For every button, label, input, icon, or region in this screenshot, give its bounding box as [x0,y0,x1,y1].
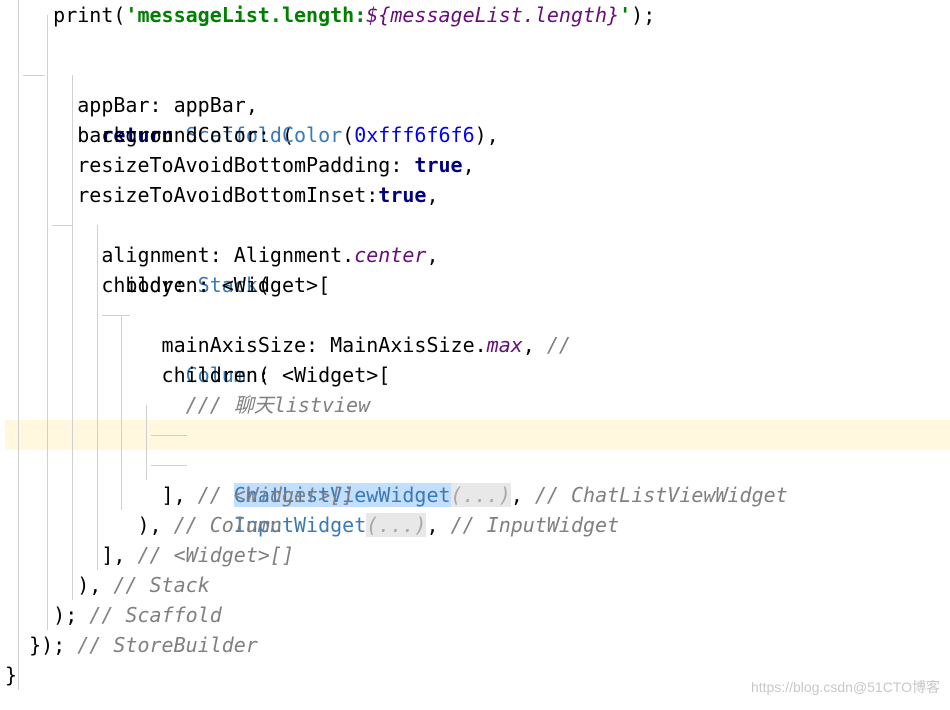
code-line: children: <Widget>[ [5,270,950,300]
watermark-text: https://blog.csdn@51CTO博客 [751,672,940,702]
code-line: children: <Widget>[ [5,360,950,390]
code-line: mainAxisSize: MainAxisSize.max, // [5,330,950,360]
code-line: ); // Scaffold [5,600,950,630]
tree-connector [52,225,72,226]
code-line: appBar: appBar, [5,90,950,120]
code-line: Column( [5,300,950,330]
tree-connector [23,75,45,76]
tree-connector [102,315,130,316]
fold-indicator[interactable]: (...) [451,483,511,507]
code-line: return Scaffold( [5,60,950,90]
code-line: ], // <Widget>[] [5,540,950,570]
code-editor[interactable]: print('messageList.length:${messageList.… [0,0,950,690]
code-line: print('messageList.length:${messageList.… [5,0,950,30]
code-line: }); // StoreBuilder [5,630,950,660]
tree-connector [151,465,187,466]
code-line: body: Stack( [5,210,950,240]
fold-indicator[interactable]: (...) [366,513,426,537]
code-line: alignment: Alignment.center, [5,240,950,270]
code-line: resizeToAvoidBottomPadding: true, [5,150,950,180]
code-line: /// 聊天listview [5,390,950,420]
code-line [5,30,950,60]
tree-connector [151,435,187,436]
code-line: ), // Stack [5,570,950,600]
code-line: backgroundColor: Color(0xfff6f6f6), [5,120,950,150]
code-line: resizeToAvoidBottomInset:true, [5,180,950,210]
